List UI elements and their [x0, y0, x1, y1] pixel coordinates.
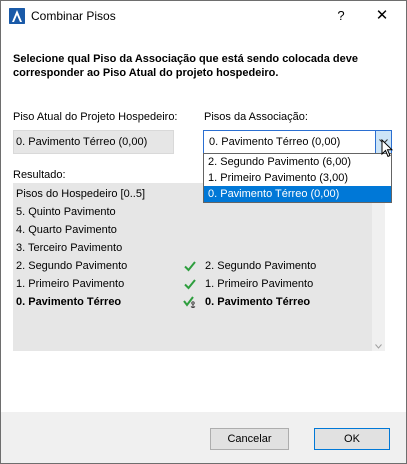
dropdown-option-selected[interactable]: 0. Pavimento Térreo (0,00) [204, 186, 391, 202]
dropdown-option[interactable]: 1. Primeiro Pavimento (3,00) [204, 170, 391, 186]
combobox-selected-value: 0. Pavimento Térreo (0,00) [209, 136, 341, 148]
result-label: Resultado: [13, 169, 66, 181]
mouse-cursor-icon [381, 138, 394, 161]
association-floor-cell: 2. Segundo Pavimento [205, 260, 317, 272]
result-row: 3. Terceiro Pavimento [13, 239, 384, 257]
checkmark-icon [183, 259, 197, 273]
result-row: 5. Quinto Pavimento [13, 203, 384, 221]
archicad-app-icon [9, 8, 25, 24]
association-floors-label: Pisos da Associação: [204, 111, 308, 123]
result-scrollbar[interactable] [372, 183, 385, 351]
close-button[interactable]: ✕ [366, 5, 398, 27]
combinar-pisos-dialog: Combinar Pisos ? ✕ Selecione qual Piso d… [0, 0, 407, 464]
host-floor-cell: 3. Terceiro Pavimento [16, 242, 123, 254]
association-floor-cell: 0. Pavimento Térreo [205, 296, 311, 308]
host-floor-cell: 1. Primeiro Pavimento [16, 278, 125, 290]
dropdown-option[interactable]: 2. Segundo Pavimento (6,00) [204, 154, 391, 170]
result-row: 0. Pavimento Térreo 0. Pavimento Térreo [13, 293, 384, 311]
help-button[interactable]: ? [326, 5, 356, 27]
result-row: 4. Quarto Pavimento [13, 221, 384, 239]
association-floor-cell: 1. Primeiro Pavimento [205, 278, 314, 290]
host-floor-label: Piso Atual do Projeto Hospedeiro: [13, 111, 178, 123]
chevron-down-icon[interactable] [375, 340, 382, 352]
dialog-footer: Cancelar OK [1, 412, 406, 463]
host-floor-cell: 0. Pavimento Térreo [16, 296, 122, 308]
result-row: 1. Primeiro Pavimento 1. Primeiro Pavimen… [13, 275, 384, 293]
host-floor-cell: 4. Quarto Pavimento [16, 224, 117, 236]
host-floor-cell: 2. Segundo Pavimento [16, 260, 128, 272]
instructions-text: Selecione qual Piso da Associação que es… [13, 53, 359, 79]
result-list: Pisos do Hospedeiro [0..5] 5. Quinto Pavi… [13, 183, 384, 351]
cancel-button[interactable]: Cancelar [210, 428, 289, 450]
checkmark-anchor-icon [183, 295, 197, 309]
association-floor-combobox[interactable]: 0. Pavimento Térreo (0,00) [203, 130, 392, 154]
host-floor-cell: Pisos do Hospedeiro [0..5] [16, 188, 146, 200]
title-bar: Combinar Pisos ? ✕ [1, 1, 406, 32]
dialog-content: Selecione qual Piso da Associação que es… [1, 32, 406, 412]
association-floor-dropdown: 2. Segundo Pavimento (6,00) 1. Primeiro … [203, 153, 392, 203]
ok-button[interactable]: OK [314, 428, 390, 450]
host-floor-cell: 5. Quinto Pavimento [16, 206, 116, 218]
result-row: 2. Segundo Pavimento 2. Segundo Pavimento [13, 257, 384, 275]
checkmark-icon [183, 277, 197, 291]
window-title: Combinar Pisos [31, 9, 116, 23]
host-floor-field: 0. Pavimento Térreo (0,00) [13, 130, 174, 154]
